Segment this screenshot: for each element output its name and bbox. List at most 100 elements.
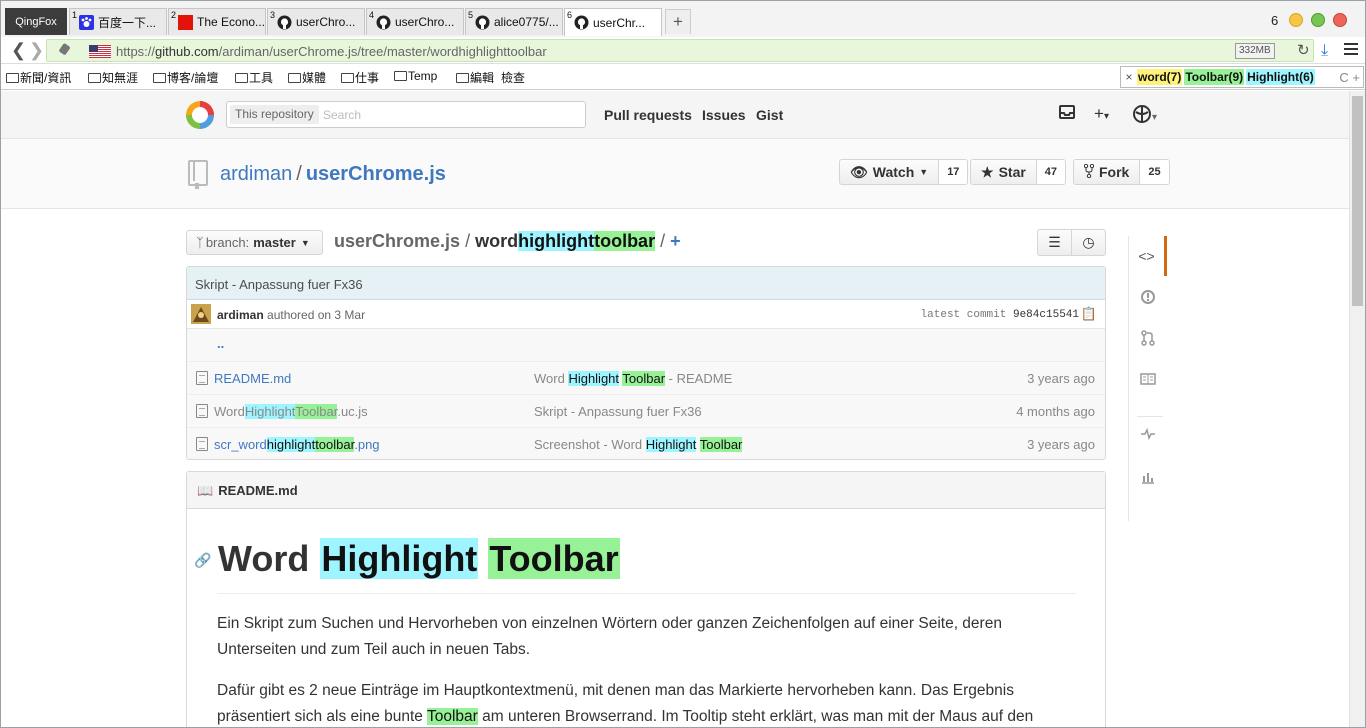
word-highlight-toolbar: × word(7) Toolbar(9) Highlight(6) C +	[1120, 66, 1364, 88]
highlight-chip-highlight[interactable]: Highlight(6)	[1246, 69, 1315, 85]
highlight-chip-word[interactable]: word(7)	[1137, 69, 1183, 85]
breadcrumb-current-folder: wordhighlighttoolbar	[475, 231, 656, 251]
minimize-button[interactable]	[1289, 13, 1303, 27]
commit-sha-link[interactable]: 9e84c15541	[1013, 309, 1079, 321]
bookmark-folder-edit[interactable]: 編輯	[456, 69, 494, 86]
forward-arrow-icon[interactable]: ❯	[29, 40, 44, 60]
tab-6-active[interactable]: 6 userChr...	[564, 8, 662, 36]
search-box: This repository	[226, 101, 586, 128]
author-avatar[interactable]	[191, 304, 211, 324]
repo-title: ardiman / userChrome.js	[220, 163, 446, 185]
file-row[interactable]: README.md Word Highlight Toolbar - READM…	[187, 362, 1105, 395]
file-row[interactable]: scr_wordhighlighttoolbar.png Screenshot …	[187, 428, 1105, 459]
highlight-chip-toolbar[interactable]: Toolbar(9)	[1184, 69, 1245, 85]
nav-issues[interactable]: Issues	[702, 107, 746, 123]
file-row[interactable]: WordHighlightToolbar.uc.js Skript - Anpa…	[187, 395, 1105, 428]
url-bar[interactable]: https://github.com/ardiman/userChrome.js…	[46, 39, 1314, 62]
star-count[interactable]: 47	[1036, 159, 1067, 185]
github-header: This repository Pull requests Issues Gis…	[1, 91, 1349, 139]
github-octocat-icon	[277, 15, 292, 30]
issues-icon[interactable]	[1129, 277, 1167, 317]
code-icon[interactable]: <>	[1129, 236, 1167, 276]
file-commit-message[interactable]: Screenshot - Word Highlight Toolbar	[534, 437, 743, 452]
scrollbar-thumb[interactable]	[1352, 96, 1363, 306]
bookmark-folder-zhiwuya[interactable]: 知無涯	[88, 69, 138, 86]
repo-owner-link[interactable]: ardiman	[220, 163, 292, 185]
github-logo-icon[interactable]	[185, 100, 215, 130]
user-avatar-menu-icon[interactable]: ▾	[1132, 104, 1157, 129]
list-view-icon[interactable]: ☰	[1038, 230, 1071, 255]
tab-2[interactable]: 2 The Econo...	[168, 8, 266, 35]
plugin-icon[interactable]	[57, 43, 71, 57]
economist-logo-icon	[178, 14, 193, 30]
history-icon[interactable]: ◷	[1071, 230, 1105, 255]
folder-icon	[341, 72, 354, 83]
hamburger-menu-icon[interactable]	[1344, 41, 1358, 55]
file-icon	[196, 437, 208, 451]
watch-button[interactable]: 👁 Watch ▼	[839, 159, 940, 185]
highlight-toolbar-actions[interactable]: C +	[1339, 70, 1363, 85]
close-window-button[interactable]	[1333, 13, 1347, 27]
bookmark-folder-work[interactable]: 仕事	[341, 69, 379, 86]
page-scrollbar[interactable]	[1349, 91, 1365, 727]
breadcrumb-repo-link[interactable]: userChrome.js	[334, 231, 460, 251]
readme-title: Word Highlight Toolbar	[218, 538, 620, 579]
close-highlight-toolbar-button[interactable]: ×	[1121, 70, 1137, 84]
fork-count[interactable]: 25	[1140, 159, 1170, 185]
maximize-button[interactable]	[1311, 13, 1325, 27]
nav-pull-requests[interactable]: Pull requests	[604, 107, 692, 123]
file-name-link[interactable]: WordHighlightToolbar.uc.js	[214, 404, 368, 419]
bookmark-folder-media[interactable]: 媒體	[288, 69, 326, 86]
commit-author-link[interactable]: ardiman	[217, 308, 264, 322]
star-button[interactable]: ★ Star	[970, 159, 1037, 185]
repo-name-link[interactable]: userChrome.js	[306, 163, 446, 185]
bookmark-folder-blogs[interactable]: 博客/論壇	[153, 69, 218, 86]
readme-panel: 📖 README.md 🔗 Word Highlight Toolbar Ein …	[186, 471, 1106, 727]
bookmark-folder-tools[interactable]: 工具	[235, 69, 273, 86]
download-icon[interactable]: ⤓	[1321, 42, 1328, 60]
search-input[interactable]	[323, 105, 573, 124]
folder-icon	[6, 72, 19, 83]
folder-icon	[235, 72, 248, 83]
file-name-link[interactable]: scr_wordhighlighttoolbar.png	[214, 437, 380, 452]
create-new-plus-icon[interactable]: +▾	[1094, 104, 1109, 124]
tab-1[interactable]: 1 百度一下...	[69, 8, 167, 35]
breadcrumb: userChrome.js / wordhighlighttoolbar / +	[334, 231, 681, 251]
eye-icon: 👁	[850, 163, 868, 180]
inbox-icon[interactable]	[1059, 104, 1075, 124]
us-flag-icon	[89, 45, 111, 58]
page-content: This repository Pull requests Issues Gis…	[1, 91, 1349, 727]
tab-5[interactable]: 5 alice0775/...	[465, 8, 563, 35]
graphs-icon[interactable]	[1129, 457, 1167, 497]
bookmark-check[interactable]: 檢查	[501, 69, 525, 86]
bookmark-folder-temp[interactable]: Temp	[394, 69, 437, 83]
add-file-button[interactable]: +	[670, 231, 681, 251]
copy-sha-clipboard-icon[interactable]: 📋	[1081, 306, 1097, 322]
file-commit-message[interactable]: Skript - Anpassung fuer Fx36	[534, 404, 702, 419]
book-icon: 📖	[197, 483, 214, 498]
file-row-parent[interactable]: ..	[187, 329, 1105, 362]
wiki-book-icon[interactable]	[1129, 359, 1167, 399]
app-menu-button[interactable]: QingFox	[5, 8, 67, 35]
pulse-icon[interactable]	[1129, 414, 1167, 454]
nav-gist[interactable]: Gist	[756, 107, 783, 123]
file-commit-message[interactable]: Word Highlight Toolbar - README	[534, 371, 732, 386]
back-arrow-icon[interactable]: ❮	[11, 40, 26, 60]
fork-button[interactable]: Fork	[1073, 159, 1141, 185]
folder-icon	[394, 71, 407, 81]
search-scope-label: This repository	[230, 105, 319, 124]
latest-commit-message[interactable]: Skript - Anpassung fuer Fx36	[187, 267, 1105, 300]
tab-4[interactable]: 4 userChro...	[366, 8, 464, 35]
branch-selector[interactable]: ᛉ branch: master ▼	[186, 230, 323, 255]
pull-requests-icon[interactable]	[1129, 318, 1167, 358]
parent-dir-link[interactable]: ..	[217, 336, 224, 351]
new-tab-button[interactable]: +	[665, 9, 691, 34]
file-name-link[interactable]: README.md	[214, 371, 291, 386]
url-text[interactable]: https://github.com/ardiman/userChrome.js…	[116, 44, 547, 59]
tab-3[interactable]: 3 userChro...	[267, 8, 365, 35]
readme-paragraph-2: Dafür gibt es 2 neue Einträge im Hauptko…	[217, 682, 1034, 725]
anchor-link-icon[interactable]: 🔗	[194, 552, 211, 569]
bookmark-folder-news[interactable]: 新聞/資訊	[6, 69, 71, 86]
reload-icon[interactable]: ↻	[1297, 41, 1310, 59]
watch-count[interactable]: 17	[939, 159, 969, 185]
